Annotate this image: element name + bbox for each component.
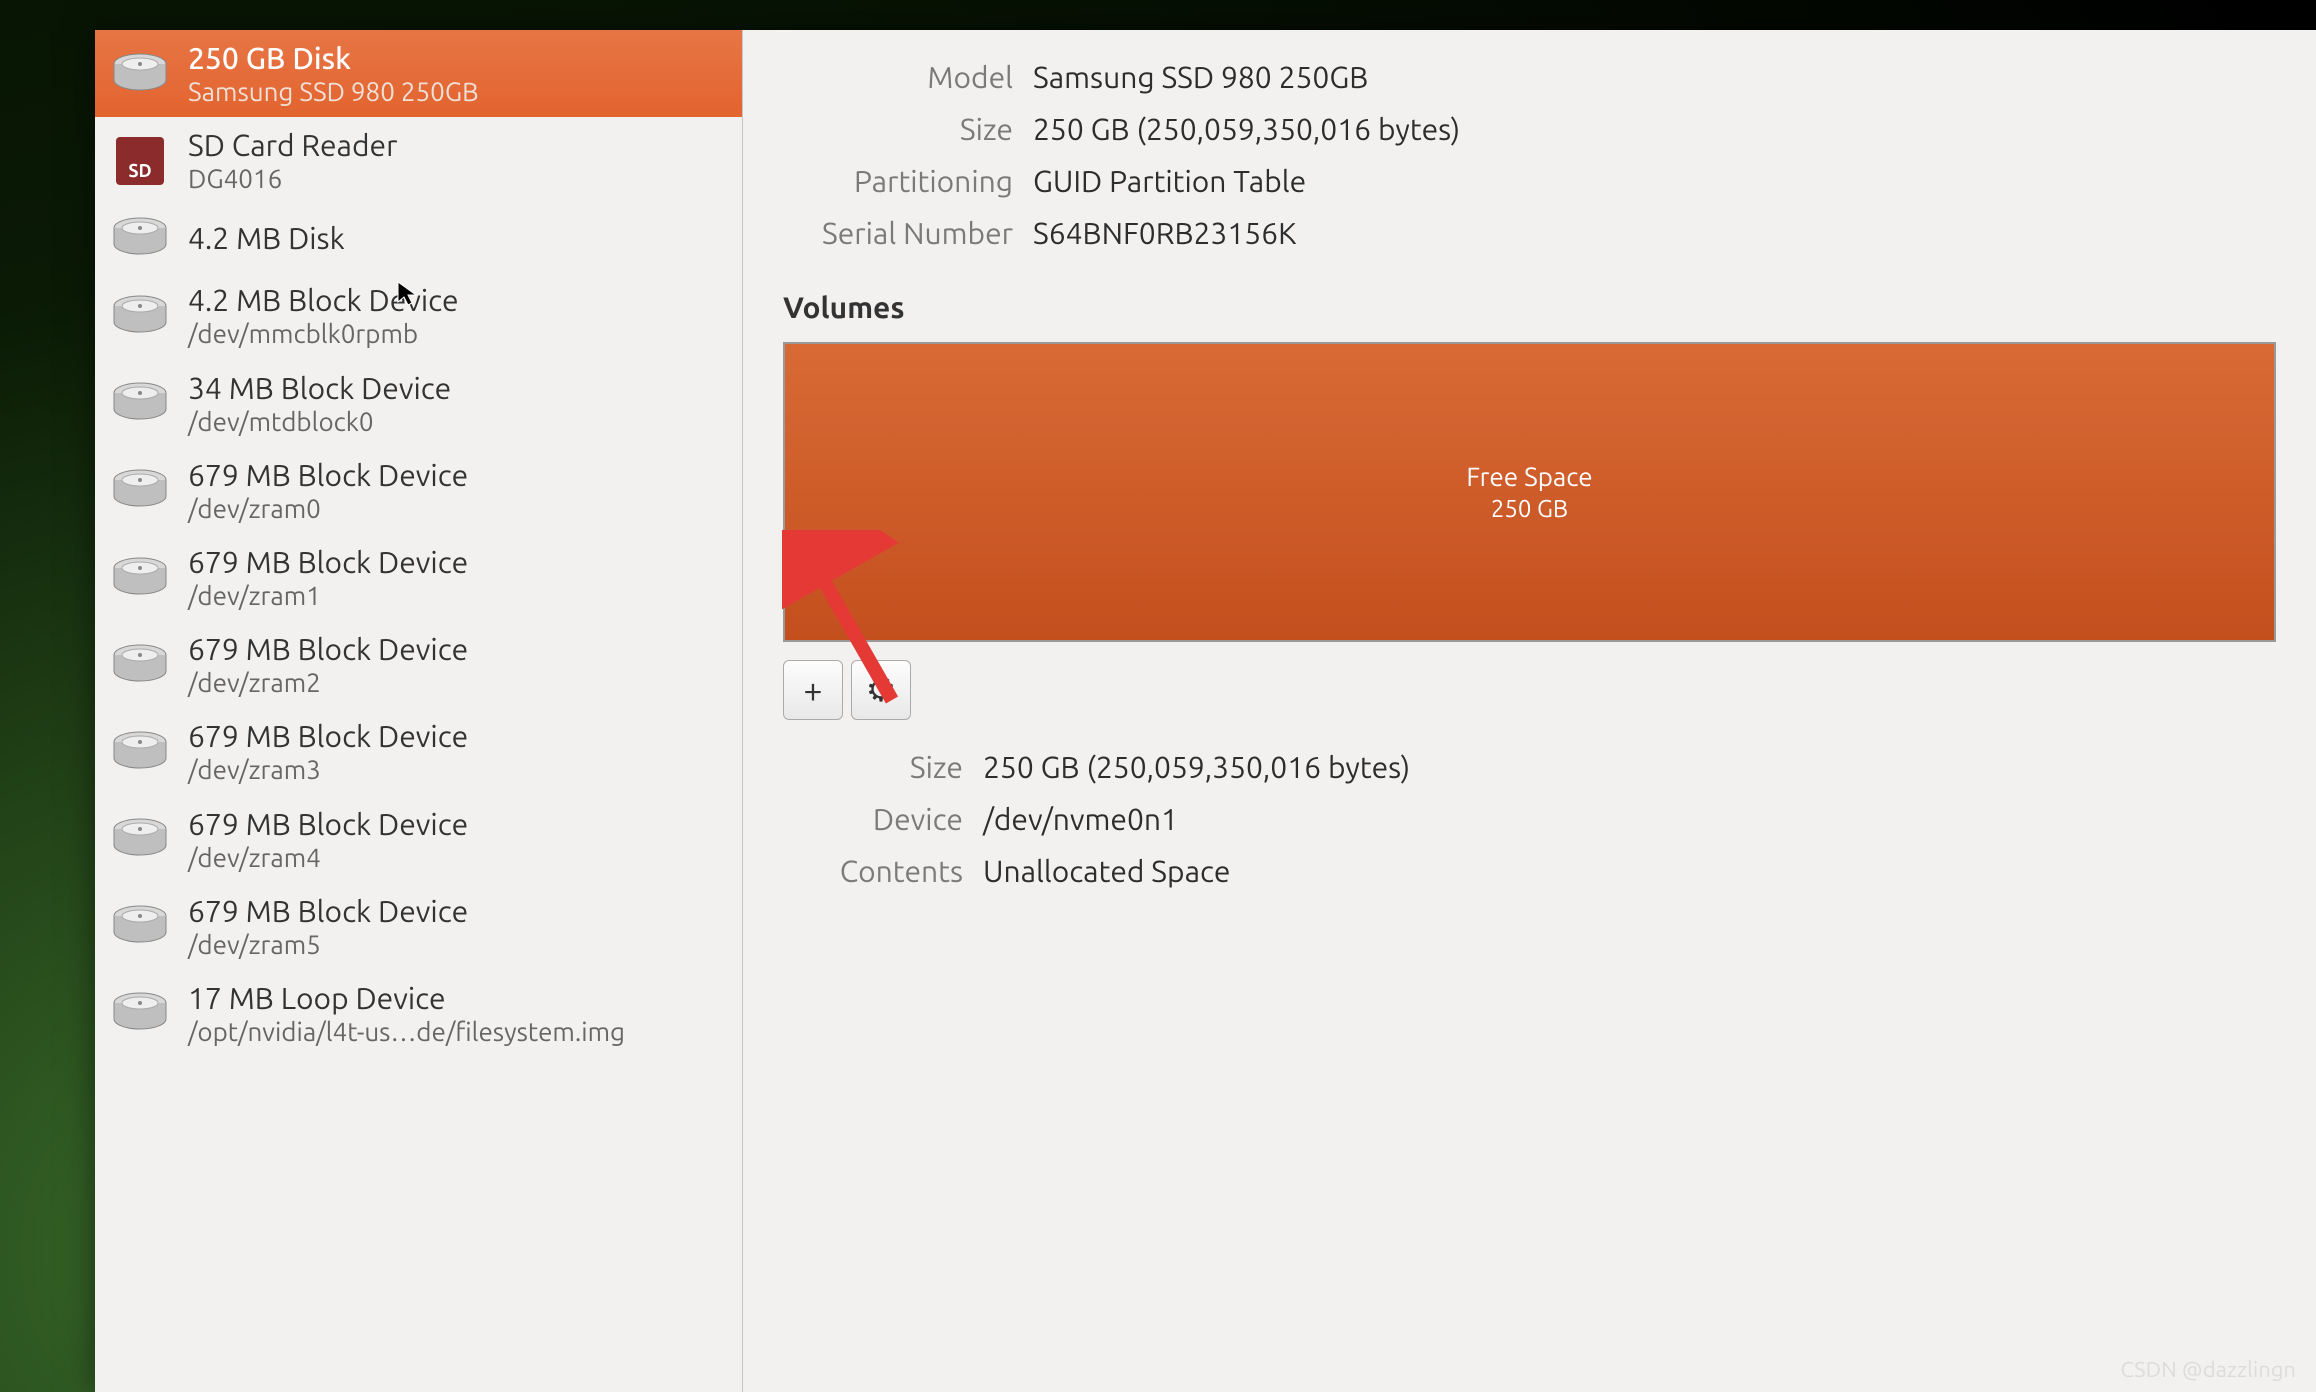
disk-icon — [110, 214, 170, 262]
vol-device-value: /dev/nvme0n1 — [983, 802, 2276, 836]
sidebar-item-labels: 679 MB Block Device/dev/zram0 — [188, 457, 468, 524]
sidebar-item-title: 17 MB Loop Device — [188, 980, 625, 1016]
sidebar-item-6[interactable]: 679 MB Block Device/dev/zram1 — [95, 534, 742, 621]
partitioning-value: GUID Partition Table — [1033, 164, 2276, 198]
sidebar-item-8[interactable]: 679 MB Block Device/dev/zram3 — [95, 708, 742, 795]
volume-settings-button[interactable]: ⚙ — [851, 660, 911, 720]
sidebar-item-7[interactable]: 679 MB Block Device/dev/zram2 — [95, 621, 742, 708]
sidebar-item-labels: 679 MB Block Device/dev/zram4 — [188, 806, 468, 873]
sidebar-item-title: 679 MB Block Device — [188, 544, 468, 580]
sidebar-item-title: 679 MB Block Device — [188, 806, 468, 842]
disk-icon — [110, 641, 170, 689]
sidebar-item-subtitle: /dev/zram3 — [188, 754, 468, 785]
sidebar-item-5[interactable]: 679 MB Block Device/dev/zram0 — [95, 447, 742, 534]
sidebar-item-title: 679 MB Block Device — [188, 718, 468, 754]
disk-icon — [110, 292, 170, 340]
sidebar-item-subtitle: /dev/mtdblock0 — [188, 406, 451, 437]
sd-badge: SD — [116, 137, 164, 185]
sidebar-item-title: 4.2 MB Disk — [188, 220, 345, 256]
sidebar-item-title: SD Card Reader — [188, 127, 397, 163]
vol-device-label: Device — [783, 802, 963, 836]
sidebar-item-0[interactable]: 250 GB DiskSamsung SSD 980 250GB — [95, 30, 742, 117]
vol-contents-value: Unallocated Space — [983, 854, 2276, 888]
sidebar-item-subtitle: /dev/zram1 — [188, 580, 468, 611]
sidebar-item-labels: 250 GB DiskSamsung SSD 980 250GB — [188, 40, 479, 107]
sidebar-item-labels: 4.2 MB Block Device/dev/mmcblk0rpmb — [188, 282, 459, 349]
volume-size: 250 GB — [1491, 495, 1568, 522]
disk-info-grid: Model Samsung SSD 980 250GB Size 250 GB … — [783, 60, 2276, 250]
disk-icon — [110, 466, 170, 514]
sidebar-item-10[interactable]: 679 MB Block Device/dev/zram5 — [95, 883, 742, 970]
size-value: 250 GB (250,059,350,016 bytes) — [1033, 112, 2276, 146]
gear-icon: ⚙ — [866, 670, 896, 710]
sidebar-item-labels: SD Card ReaderDG4016 — [188, 127, 397, 194]
volume-free-space[interactable]: Free Space 250 GB — [783, 342, 2276, 642]
sidebar-item-subtitle: /dev/zram2 — [188, 667, 468, 698]
sidebar-item-labels: 679 MB Block Device/dev/zram2 — [188, 631, 468, 698]
volumes-header: Volumes — [783, 290, 2276, 324]
sidebar-item-subtitle: /dev/zram4 — [188, 842, 468, 873]
model-value: Samsung SSD 980 250GB — [1033, 60, 2276, 94]
sd-card-icon: SD — [110, 137, 170, 185]
sidebar-item-title: 679 MB Block Device — [188, 893, 468, 929]
sidebar-item-1[interactable]: SD SD Card ReaderDG4016 — [95, 117, 742, 204]
sidebar-item-title: 679 MB Block Device — [188, 631, 468, 667]
vol-contents-label: Contents — [783, 854, 963, 888]
sidebar-item-subtitle: /dev/zram5 — [188, 929, 468, 960]
sidebar-item-labels: 34 MB Block Device/dev/mtdblock0 — [188, 370, 451, 437]
partitioning-label: Partitioning — [783, 164, 1013, 198]
disk-icon — [110, 379, 170, 427]
sidebar-item-labels: 679 MB Block Device/dev/zram3 — [188, 718, 468, 785]
disk-icon — [110, 902, 170, 950]
sidebar-item-title: 34 MB Block Device — [188, 370, 451, 406]
size-label: Size — [783, 112, 1013, 146]
disk-icon — [110, 50, 170, 98]
sidebar-item-labels: 679 MB Block Device/dev/zram5 — [188, 893, 468, 960]
sidebar-item-labels: 17 MB Loop Device/opt/nvidia/l4t-us…de/f… — [188, 980, 625, 1047]
sidebar-item-3[interactable]: 4.2 MB Block Device/dev/mmcblk0rpmb — [95, 272, 742, 359]
sidebar-item-labels: 679 MB Block Device/dev/zram1 — [188, 544, 468, 611]
sidebar-item-labels: 4.2 MB Disk — [188, 220, 345, 256]
vol-size-label: Size — [783, 750, 963, 784]
sidebar-item-subtitle: Samsung SSD 980 250GB — [188, 76, 479, 107]
disk-icon — [110, 728, 170, 776]
serial-value: S64BNF0RB23156K — [1033, 216, 2276, 250]
serial-label: Serial Number — [783, 216, 1013, 250]
sidebar-item-11[interactable]: 17 MB Loop Device/opt/nvidia/l4t-us…de/f… — [95, 970, 742, 1057]
watermark: CSDN @dazzlingn — [2120, 1357, 2296, 1382]
sidebar-item-2[interactable]: 4.2 MB Disk — [95, 204, 742, 272]
sidebar-item-subtitle: /dev/mmcblk0rpmb — [188, 318, 459, 349]
sidebar-item-4[interactable]: 34 MB Block Device/dev/mtdblock0 — [95, 360, 742, 447]
sidebar-item-subtitle: /dev/zram0 — [188, 493, 468, 524]
disk-icon — [110, 989, 170, 1037]
disk-icon — [110, 815, 170, 863]
volume-title: Free Space — [1466, 462, 1592, 491]
sidebar-item-title: 4.2 MB Block Device — [188, 282, 459, 318]
add-partition-button[interactable]: + — [783, 660, 843, 720]
vol-size-value: 250 GB (250,059,350,016 bytes) — [983, 750, 2276, 784]
volume-detail-grid: Size 250 GB (250,059,350,016 bytes) Devi… — [783, 750, 2276, 888]
disks-window: 250 GB DiskSamsung SSD 980 250GBSDSD Car… — [95, 30, 2316, 1392]
volume-toolbar: + ⚙ — [783, 660, 2276, 720]
sidebar-item-title: 250 GB Disk — [188, 40, 479, 76]
model-label: Model — [783, 60, 1013, 94]
sidebar-item-subtitle: /opt/nvidia/l4t-us…de/filesystem.img — [188, 1016, 625, 1047]
main-panel: Model Samsung SSD 980 250GB Size 250 GB … — [743, 30, 2316, 1392]
sidebar-item-subtitle: DG4016 — [188, 163, 397, 194]
plus-icon: + — [803, 671, 822, 709]
device-sidebar: 250 GB DiskSamsung SSD 980 250GB SD SD Car… — [95, 30, 743, 1392]
disk-icon — [110, 554, 170, 602]
sidebar-item-title: 679 MB Block Device — [188, 457, 468, 493]
sidebar-item-9[interactable]: 679 MB Block Device/dev/zram4 — [95, 796, 742, 883]
